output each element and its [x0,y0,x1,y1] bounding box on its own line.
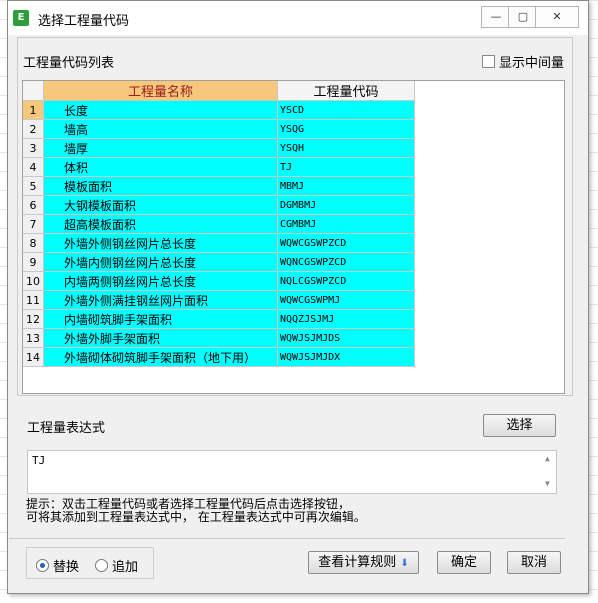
table-row[interactable]: 6 大钢模板面积 DGMBMJ [23,195,415,215]
quantity-code-cell[interactable]: DGMBMJ [277,195,415,215]
quantity-name-cell[interactable]: 外墙外脚手架面积 [43,328,278,348]
quantity-name-cell[interactable]: 墙厚 [43,138,278,158]
replace-label: 替换 [53,560,80,575]
row-index[interactable]: 2 [23,119,44,139]
code-list-label: 工程量代码列表 [23,56,115,71]
quantity-code-cell[interactable]: CGMBMJ [277,214,415,234]
hint-line-2: 可将其添加到工程量表达式中， 在工程量表达式中可再次编辑。 [26,510,366,524]
ok-button[interactable]: 确定 [437,551,491,574]
title-bar[interactable]: E 选择工程量代码 — ▢ ✕ [8,1,588,35]
row-index-header [23,81,44,101]
quantity-code-cell[interactable]: WQWJSJMJDX [277,347,415,367]
table-header-row: 工程量名称 工程量代码 [23,81,415,101]
quantity-name-cell[interactable]: 超高模板面积 [43,214,278,234]
table-row[interactable]: 3 墙厚 YSQH [23,138,415,158]
code-table: 工程量名称 工程量代码 1 长度 YSCD 2 墙高 YSQG 3 墙厚 YSQH 4 体积 TJ 5 模… [22,80,565,394]
table-row[interactable]: 4 体积 TJ [23,157,415,177]
row-index[interactable]: 8 [23,233,44,253]
row-index[interactable]: 11 [23,290,44,310]
row-index[interactable]: 7 [23,214,44,234]
expression-value[interactable]: TJ [32,454,45,467]
row-index[interactable]: 3 [23,138,44,158]
table-row[interactable]: 8 外墙外侧钢丝网片总长度 WQWCGSWPZCD [23,233,415,253]
quantity-name-cell[interactable]: 外墙砌体砌筑脚手架面积（地下用） [43,347,278,367]
row-index[interactable]: 6 [23,195,44,215]
quantity-code-cell[interactable]: YSQG [277,119,415,139]
insert-mode-group: 替换 追加 [26,547,154,579]
view-calc-rules-button[interactable]: 查看计算规则 ⬇ [308,551,419,574]
append-label: 追加 [112,560,139,575]
quantity-name-cell[interactable]: 外墙外侧钢丝网片总长度 [43,233,278,253]
cancel-button[interactable]: 取消 [507,551,561,574]
quantity-name-cell[interactable]: 大钢模板面积 [43,195,278,215]
expression-label: 工程量表达式 [27,421,106,436]
table-row[interactable]: 9 外墙内侧钢丝网片总长度 WQNCGSWPZCD [23,252,415,272]
row-index[interactable]: 10 [23,271,44,291]
row-index[interactable]: 9 [23,252,44,272]
quantity-code-cell[interactable]: YSCD [277,100,415,120]
radio-dot[interactable] [95,559,108,572]
row-index[interactable]: 4 [23,157,44,177]
show-intermediate-label: 显示中间量 [499,56,565,71]
quantity-name-cell[interactable]: 内墙两侧钢丝网片总长度 [43,271,278,291]
quantity-name-cell[interactable]: 长度 [43,100,278,120]
quantity-name-cell[interactable]: 墙高 [43,119,278,139]
quantity-code-cell[interactable]: WQWJSJMJDS [277,328,415,348]
table-row[interactable]: 14 外墙砌体砌筑脚手架面积（地下用） WQWJSJMJDX [23,347,415,367]
table-row[interactable]: 12 内墙砌筑脚手架面积 NQQZJSJMJ [23,309,415,329]
quantity-code-cell[interactable]: TJ [277,157,415,177]
hint-text: 提示：双击工程量代码或者选择工程量代码后点击选择按钮， 可将其添加到工程量表达式… [26,498,366,524]
show-intermediate-checkbox[interactable]: 显示中间量 [482,52,564,71]
close-button[interactable]: ✕ [535,6,579,28]
arrow-down-icon: ⬇ [400,558,409,569]
quantity-code-cell[interactable]: MBMJ [277,176,415,196]
scroll-down-icon[interactable]: ▼ [545,479,550,488]
quantity-name-cell[interactable]: 外墙外侧满挂钢丝网片面积 [43,290,278,310]
table-row[interactable]: 5 模板面积 MBMJ [23,176,415,196]
row-index[interactable]: 12 [23,309,44,329]
replace-radio[interactable]: 替换 [36,556,79,575]
view-calc-rules-label: 查看计算规则 [318,555,397,570]
row-index[interactable]: 14 [23,347,44,367]
quantity-code-header[interactable]: 工程量代码 [277,81,415,101]
select-button[interactable]: 选择 [483,414,556,437]
quantity-code-cell[interactable]: WQWCGSWPZCD [277,233,415,253]
row-index[interactable]: 13 [23,328,44,348]
quantity-name-cell[interactable]: 模板面积 [43,176,278,196]
table-row[interactable]: 11 外墙外侧满挂钢丝网片面积 WQWCGSWPMJ [23,290,415,310]
table-row[interactable]: 2 墙高 YSQG [23,119,415,139]
append-radio[interactable]: 追加 [95,556,138,575]
quantity-name-cell[interactable]: 内墙砌筑脚手架面积 [43,309,278,329]
quantity-name-cell[interactable]: 体积 [43,157,278,177]
window-title: 选择工程量代码 [38,14,130,29]
maximize-button[interactable]: ▢ [508,6,538,28]
quantity-code-cell[interactable]: WQWCGSWPMJ [277,290,415,310]
quantity-code-cell[interactable]: NQQZJSJMJ [277,309,415,329]
table-row[interactable]: 7 超高模板面积 CGMBMJ [23,214,415,234]
table-row[interactable]: 10 内墙两侧钢丝网片总长度 NQLCGSWPZCD [23,271,415,291]
radio-dot-selected[interactable] [36,559,49,572]
quantity-name-cell[interactable]: 外墙内侧钢丝网片总长度 [43,252,278,272]
quantity-code-cell[interactable]: NQLCGSWPZCD [277,271,415,291]
minimize-button[interactable]: — [481,6,511,28]
row-index[interactable]: 5 [23,176,44,196]
expression-textarea[interactable]: TJ ▲ ▼ [27,450,557,494]
scroll-up-icon[interactable]: ▲ [545,454,550,463]
quantity-name-header[interactable]: 工程量名称 [43,81,278,101]
row-index[interactable]: 1 [23,100,44,120]
quantity-code-cell[interactable]: YSQH [277,138,415,158]
quantity-code-cell[interactable]: WQNCGSWPZCD [277,252,415,272]
checkbox-box[interactable] [482,55,495,68]
table-row[interactable]: 1 长度 YSCD [23,100,415,120]
app-icon: E [13,10,29,26]
table-row[interactable]: 13 外墙外脚手架面积 WQWJSJMJDS [23,328,415,348]
divider [9,538,565,539]
